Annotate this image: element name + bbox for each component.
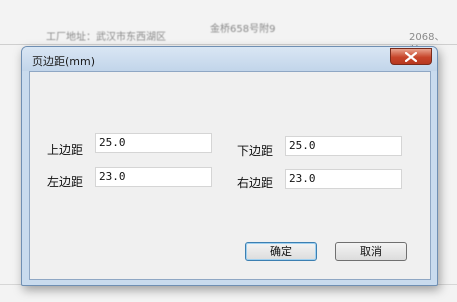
ok-button[interactable]: 确定: [245, 242, 317, 261]
bottom-margin-label: 下边距: [237, 144, 274, 158]
left-margin-label: 左边距: [47, 175, 84, 189]
bottom-margin-input[interactable]: 25.0: [285, 136, 402, 156]
top-margin-input[interactable]: 25.0: [95, 133, 212, 153]
dialog-titlebar[interactable]: 页边距(mm): [22, 47, 437, 71]
page-margin-dialog: 页边距(mm) 上边距 25.0 下边距 25.0 左边距 23.0 右边距 2…: [21, 46, 438, 286]
close-button[interactable]: [390, 48, 432, 65]
background-divider: [0, 44, 457, 45]
left-margin-input[interactable]: 23.0: [95, 167, 212, 187]
dialog-title: 页边距(mm): [32, 55, 96, 68]
background-address-text: 工厂地址：武汉市东西湖区: [46, 32, 166, 43]
right-margin-label: 右边距: [237, 176, 274, 190]
dialog-client-area: 上边距 25.0 下边距 25.0 左边距 23.0 右边距 23.0 确定 取…: [29, 71, 431, 280]
top-margin-label: 上边距: [47, 143, 84, 157]
right-margin-input[interactable]: 23.0: [285, 169, 402, 189]
cancel-button[interactable]: 取消: [335, 242, 407, 261]
close-icon: [405, 52, 417, 62]
background-address-tail: 金桥658号附9: [210, 24, 276, 35]
